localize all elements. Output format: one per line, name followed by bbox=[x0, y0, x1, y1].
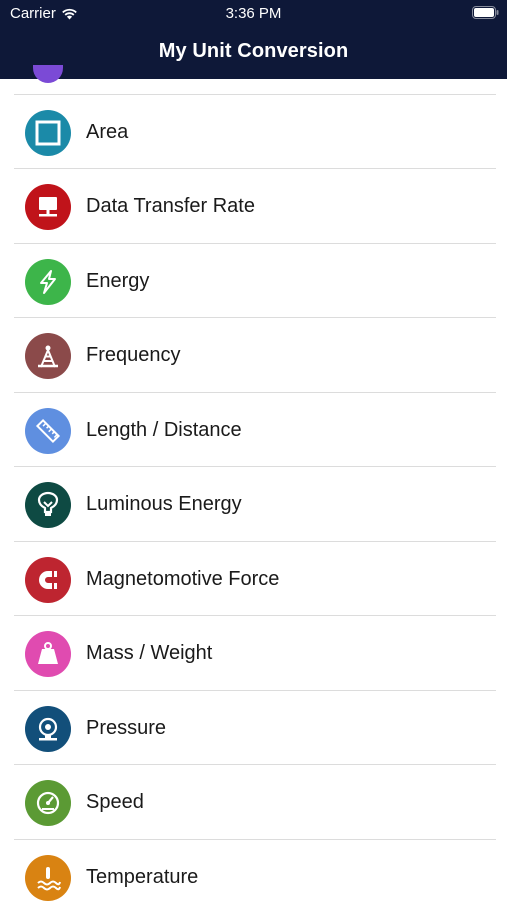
energy-icon bbox=[25, 259, 71, 305]
pressure-gauge-icon bbox=[25, 706, 71, 752]
list-item-area[interactable]: Area bbox=[0, 95, 507, 170]
list-item-label: Temperature bbox=[86, 840, 198, 914]
list-item-partial[interactable] bbox=[0, 20, 507, 95]
weight-icon bbox=[25, 631, 71, 677]
area-icon bbox=[25, 110, 71, 156]
list-item-label: Data Transfer Rate bbox=[86, 169, 255, 244]
list-item-temperature[interactable]: Temperature bbox=[0, 840, 507, 914]
battery-icon bbox=[472, 6, 499, 19]
list-item-label: Magnetomotive Force bbox=[86, 542, 279, 617]
list-item-label: Area bbox=[86, 95, 128, 170]
list-item-data-transfer-rate[interactable]: Data Transfer Rate bbox=[0, 169, 507, 244]
speedometer-icon bbox=[25, 780, 71, 826]
frequency-icon bbox=[25, 333, 71, 379]
list-item-length-distance[interactable]: Length / Distance bbox=[0, 393, 507, 468]
list-item-speed[interactable]: Speed bbox=[0, 765, 507, 840]
list-item-label: Speed bbox=[86, 765, 144, 840]
list-item-mass-weight[interactable]: Mass / Weight bbox=[0, 616, 507, 691]
list-item-label: Energy bbox=[86, 244, 149, 319]
list-item-label: Pressure bbox=[86, 691, 166, 766]
list-item-magnetomotive-force[interactable]: Magnetomotive Force bbox=[0, 542, 507, 617]
list-item-label: Frequency bbox=[86, 318, 181, 393]
list-item-energy[interactable]: Energy bbox=[0, 244, 507, 319]
ruler-icon bbox=[25, 408, 71, 454]
bulb-icon bbox=[25, 482, 71, 528]
list-item-label: Luminous Energy bbox=[86, 467, 242, 542]
list-item-pressure[interactable]: Pressure bbox=[0, 691, 507, 766]
magnet-icon bbox=[25, 557, 71, 603]
list-item-frequency[interactable]: Frequency bbox=[0, 318, 507, 393]
list-item-label: Length / Distance bbox=[86, 393, 242, 468]
list-item-luminous-energy[interactable]: Luminous Energy bbox=[0, 467, 507, 542]
data-transfer-icon bbox=[25, 184, 71, 230]
list-item-label: Mass / Weight bbox=[86, 616, 212, 691]
temperature-icon bbox=[25, 855, 71, 901]
